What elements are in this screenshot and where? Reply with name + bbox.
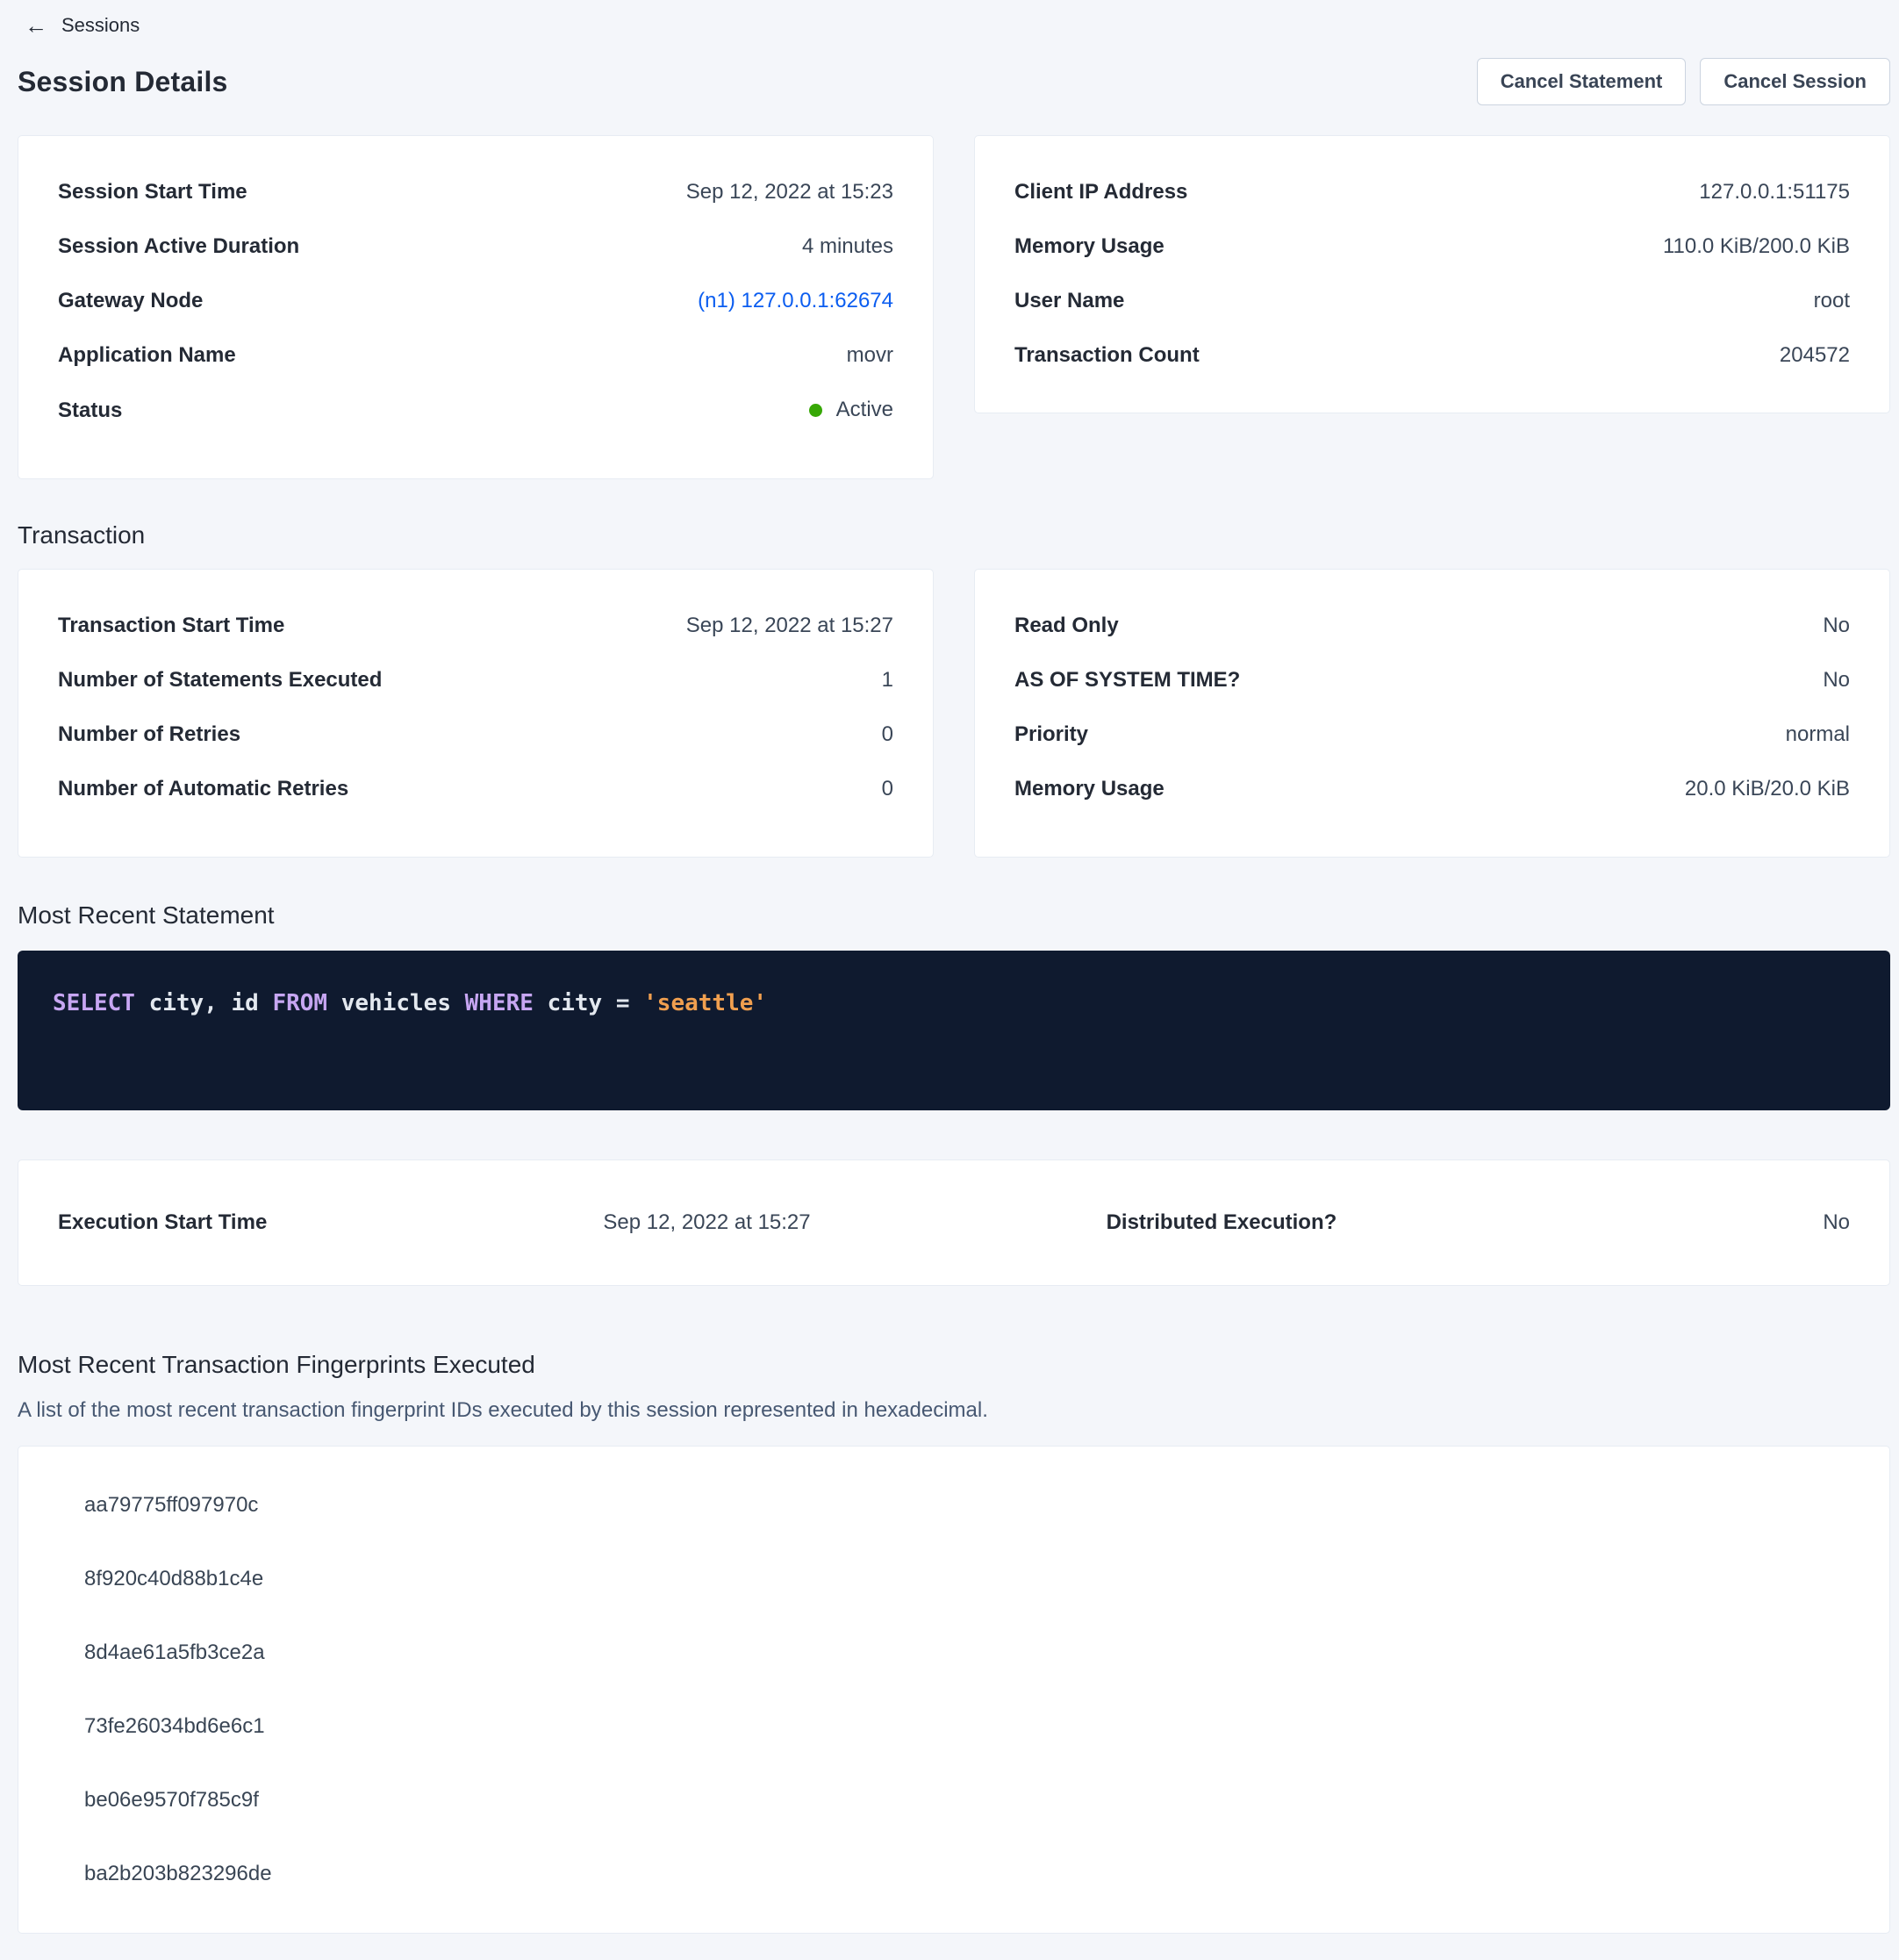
execution-start-time-row: Execution Start Time Sep 12, 2022 at 15:… [58, 1206, 811, 1239]
sql-statement-box: SELECT city, id FROM vehicles WHERE city… [18, 951, 1890, 1110]
row-value: Sep 12, 2022 at 15:27 [686, 609, 893, 643]
row-label: Number of Automatic Retries [58, 772, 348, 806]
user-name-row: User Name root [1014, 284, 1850, 318]
fingerprints-description: A list of the most recent transaction fi… [18, 1398, 1890, 1423]
row-label: Read Only [1014, 609, 1119, 643]
sql-keyword: WHERE [465, 990, 534, 1016]
row-value: 110.0 KiB/200.0 KiB [1663, 230, 1850, 263]
fingerprint-list-item: 8f920c40d88b1c4e [84, 1562, 1850, 1596]
sql-statement: SELECT city, id FROM vehicles WHERE city… [53, 990, 767, 1016]
breadcrumb[interactable]: ← Sessions [18, 11, 1890, 40]
distributed-execution-row: Distributed Execution? No [1107, 1206, 1850, 1239]
row-value: movr [847, 339, 893, 372]
transaction-row: Transaction Start Time Sep 12, 2022 at 1… [18, 569, 1890, 858]
txn-memory-usage-row: Memory Usage 20.0 KiB/20.0 KiB [1014, 772, 1850, 806]
execution-card: Execution Start Time Sep 12, 2022 at 15:… [18, 1159, 1890, 1286]
memory-usage-row: Memory Usage 110.0 KiB/200.0 KiB [1014, 230, 1850, 263]
row-value: 1 [882, 664, 893, 697]
row-label: Execution Start Time [58, 1206, 267, 1239]
row-label: Client IP Address [1014, 176, 1187, 209]
row-label: Transaction Start Time [58, 609, 284, 643]
statements-executed-row: Number of Statements Executed 1 [58, 664, 893, 697]
priority-row: Priority normal [1014, 718, 1850, 751]
status-row: Status Active [58, 393, 893, 427]
row-label: Memory Usage [1014, 772, 1164, 806]
transaction-card-left: Transaction Start Time Sep 12, 2022 at 1… [18, 569, 934, 858]
row-label: AS OF SYSTEM TIME? [1014, 664, 1240, 697]
row-label: Session Active Duration [58, 230, 299, 263]
action-buttons: Cancel Statement Cancel Session [1477, 58, 1890, 105]
row-label: Priority [1014, 718, 1088, 751]
row-value: No [1823, 609, 1850, 643]
row-label: Number of Retries [58, 718, 240, 751]
row-value: No [1823, 664, 1850, 697]
statement-section-heading: Most Recent Statement [18, 901, 1890, 930]
fingerprint-list-item: aa79775ff097970c [84, 1489, 1850, 1522]
automatic-retries-row: Number of Automatic Retries 0 [58, 772, 893, 806]
retries-row: Number of Retries 0 [58, 718, 893, 751]
fingerprint-list-item: 8d4ae61a5fb3ce2a [84, 1636, 1850, 1669]
row-label: User Name [1014, 284, 1124, 318]
sql-keyword: FROM [272, 990, 327, 1016]
back-arrow-icon: ← [25, 14, 47, 37]
row-label: Memory Usage [1014, 230, 1164, 263]
session-info-card-left: Session Start Time Sep 12, 2022 at 15:23… [18, 135, 934, 479]
page-title: Session Details [18, 66, 228, 98]
fingerprint-list-item: 73fe26034bd6e6c1 [84, 1710, 1850, 1743]
row-value: normal [1786, 718, 1850, 751]
fingerprint-list-item: be06e9570f785c9f [84, 1784, 1850, 1817]
sql-text: city, id [135, 990, 273, 1016]
row-label: Distributed Execution? [1107, 1206, 1337, 1239]
read-only-row: Read Only No [1014, 609, 1850, 643]
row-label: Session Start Time [58, 176, 247, 209]
sql-keyword: SELECT [53, 990, 135, 1016]
row-value: 4 minutes [802, 230, 893, 263]
fingerprints-section-heading: Most Recent Transaction Fingerprints Exe… [18, 1351, 1890, 1379]
session-info-card-right: Client IP Address 127.0.0.1:51175 Memory… [974, 135, 1890, 413]
client-ip-row: Client IP Address 127.0.0.1:51175 [1014, 176, 1850, 209]
row-value: 0 [882, 772, 893, 806]
transaction-start-time-row: Transaction Start Time Sep 12, 2022 at 1… [58, 609, 893, 643]
row-label: Gateway Node [58, 284, 203, 318]
sql-text: city = [534, 990, 643, 1016]
session-details-page: ← Sessions Session Details Cancel Statem… [0, 0, 1899, 1960]
cancel-session-button[interactable]: Cancel Session [1700, 58, 1890, 105]
title-row: Session Details Cancel Statement Cancel … [18, 58, 1890, 105]
fingerprints-card: aa79775ff097970c 8f920c40d88b1c4e 8d4ae6… [18, 1446, 1890, 1934]
row-value: 204572 [1780, 339, 1850, 372]
row-value: root [1814, 284, 1850, 318]
row-label: Status [58, 394, 122, 427]
fingerprint-list-item: ba2b203b823296de [84, 1857, 1850, 1891]
transaction-card-right: Read Only No AS OF SYSTEM TIME? No Prior… [974, 569, 1890, 858]
transaction-count-row: Transaction Count 204572 [1014, 339, 1850, 372]
status-badge: Active [836, 393, 893, 427]
row-value: No [1823, 1206, 1850, 1239]
row-label: Transaction Count [1014, 339, 1200, 372]
row-value: Sep 12, 2022 at 15:27 [603, 1206, 810, 1239]
row-value: 0 [882, 718, 893, 751]
sql-string-literal: 'seattle' [643, 990, 767, 1016]
breadcrumb-sessions-link[interactable]: Sessions [61, 14, 140, 37]
application-name-row: Application Name movr [58, 339, 893, 372]
row-label: Application Name [58, 339, 236, 372]
as-of-system-time-row: AS OF SYSTEM TIME? No [1014, 664, 1850, 697]
row-value: 127.0.0.1:51175 [1699, 176, 1850, 209]
gateway-node-row: Gateway Node (n1) 127.0.0.1:62674 [58, 284, 893, 318]
row-value: Sep 12, 2022 at 15:23 [686, 176, 893, 209]
cancel-statement-button[interactable]: Cancel Statement [1477, 58, 1687, 105]
row-value: 20.0 KiB/20.0 KiB [1685, 772, 1850, 806]
row-label: Number of Statements Executed [58, 664, 382, 697]
gateway-node-link[interactable]: (n1) 127.0.0.1:62674 [698, 289, 893, 312]
transaction-section-heading: Transaction [18, 521, 1890, 549]
session-active-duration-row: Session Active Duration 4 minutes [58, 230, 893, 263]
session-start-time-row: Session Start Time Sep 12, 2022 at 15:23 [58, 176, 893, 209]
sql-text: vehicles [327, 990, 465, 1016]
session-summary-row: Session Start Time Sep 12, 2022 at 15:23… [18, 135, 1890, 479]
status-active-dot-icon [809, 404, 822, 417]
